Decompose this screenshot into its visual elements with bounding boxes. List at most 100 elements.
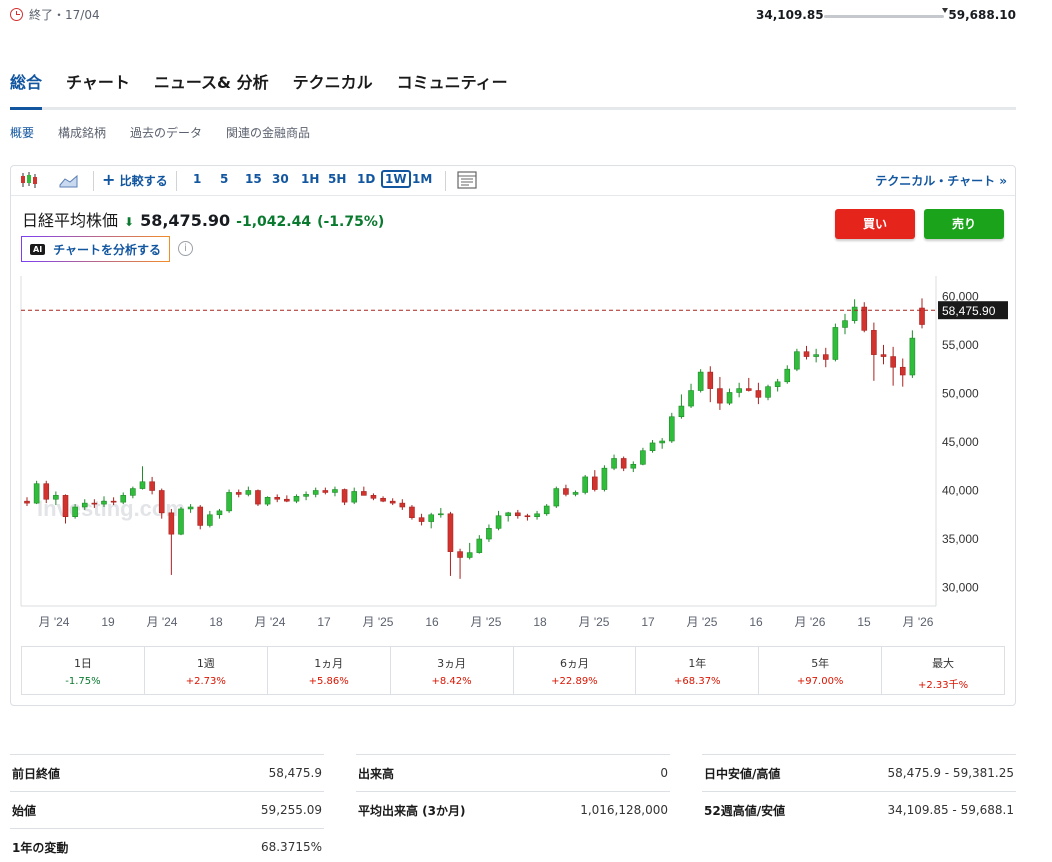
candle-body	[659, 440, 665, 444]
candle-body	[120, 495, 127, 503]
candle-body	[428, 514, 434, 522]
candle-body	[880, 354, 887, 357]
stat-row-avg-volume: 平均出来高 (3か月) 1,016,128,000	[356, 791, 670, 828]
interval-1d[interactable]: 1D	[357, 172, 375, 186]
perf-max[interactable]: 最大 +2.33千%	[882, 647, 1004, 694]
analyze-chart-button[interactable]: AI チャートを分析する	[21, 236, 171, 262]
candle-body	[553, 488, 560, 507]
candle-body	[72, 506, 78, 518]
stat-value: 68.3715%	[260, 840, 322, 854]
perf-period-label: 1日	[73, 657, 92, 670]
interval-1w[interactable]: 1W	[381, 170, 411, 188]
x-tick-label: 月 '25	[471, 615, 502, 629]
buy-button[interactable]: 買い	[835, 209, 915, 239]
perf-period-label: 1ヵ月	[314, 657, 344, 670]
stat-value: 58,475.9	[268, 766, 322, 780]
candle-body	[668, 416, 675, 442]
toolbar-divider	[176, 171, 177, 191]
x-tick-label: 18	[209, 615, 223, 629]
tab-technical[interactable]: テクニカル	[293, 72, 373, 110]
perf-6m[interactable]: 6ヵ月 +22.89%	[514, 647, 637, 694]
plus-icon: +	[102, 170, 116, 189]
candle-body	[207, 514, 213, 526]
candle-body	[572, 492, 579, 495]
interval-1[interactable]: 1	[193, 172, 201, 186]
perf-value: +68.37%	[674, 676, 721, 687]
price-chart[interactable]: Investing.com60,00055,00050,00045,00040,…	[12, 276, 1014, 636]
candle-body	[43, 483, 50, 500]
candle-body	[284, 498, 290, 502]
subtab-related-instruments[interactable]: 関連の金融商品	[226, 124, 310, 141]
interval-1h[interactable]: 1H	[301, 172, 319, 186]
perf-1y[interactable]: 1年 +68.37%	[636, 647, 760, 694]
candlestick-icon[interactable]	[19, 171, 39, 192]
interval-5h[interactable]: 5H	[328, 172, 346, 186]
stat-row-volume: 出来高 0	[356, 754, 670, 791]
info-icon[interactable]: i	[178, 241, 193, 256]
x-tick-label: 15	[857, 615, 871, 629]
candle-body	[890, 356, 896, 368]
subtab-components[interactable]: 構成銘柄	[58, 124, 106, 141]
candle-body	[678, 405, 685, 418]
candle-body	[909, 337, 916, 376]
compare-button[interactable]: + 比較する	[102, 172, 168, 189]
stats-column-1: 前日終値 58,475.9 始値 59,255.09 1年の変動 68.3715…	[10, 754, 324, 862]
perf-3m[interactable]: 3ヵ月 +8.42%	[391, 647, 514, 694]
area-chart-icon[interactable]	[59, 173, 79, 192]
subtab-summary[interactable]: 概要	[10, 124, 34, 141]
candle-body	[726, 392, 733, 404]
candle-body	[649, 442, 656, 452]
sell-button[interactable]: 売り	[924, 209, 1004, 239]
x-tick-label: 16	[749, 615, 763, 629]
instrument-name: 日経平均株価	[22, 211, 119, 230]
current-price-label: 58,475.90	[942, 304, 996, 318]
market-status-label: 終了・17/04	[29, 8, 100, 22]
tab-chart[interactable]: チャート	[66, 72, 130, 110]
candle-body	[370, 495, 377, 499]
perf-1m[interactable]: 1ヵ月 +5.86%	[268, 647, 391, 694]
stat-row-prev-close: 前日終値 58,475.9	[10, 754, 324, 791]
y-tick-label: 45,000	[942, 435, 979, 449]
indicators-icon[interactable]	[457, 171, 477, 192]
candle-body	[409, 506, 415, 518]
stat-label: 前日終値	[12, 766, 61, 781]
candle-body	[601, 467, 608, 490]
candle-body	[380, 497, 386, 502]
interval-5[interactable]: 5	[220, 172, 228, 186]
subtab-historical-data[interactable]: 過去のデータ	[130, 124, 202, 141]
perf-1d[interactable]: 1日 -1.75%	[22, 647, 145, 694]
x-tick-label: 月 '24	[39, 615, 70, 629]
perf-5y[interactable]: 5年 +97.00%	[759, 647, 883, 694]
perf-value: +8.42%	[431, 676, 472, 687]
candle-body	[274, 496, 281, 500]
stat-label: 平均出来高 (3か月)	[358, 803, 466, 818]
candle-body	[832, 327, 839, 360]
candle-body	[774, 381, 781, 387]
tab-news-analysis[interactable]: ニュース& 分析	[154, 72, 269, 110]
candle-body	[495, 515, 502, 529]
candle-body	[264, 496, 271, 505]
interval-30[interactable]: 30	[272, 172, 289, 186]
52-week-high: 59,688.10	[948, 8, 1016, 22]
candle-body	[235, 492, 242, 495]
candle-body	[62, 495, 69, 518]
perf-1w[interactable]: 1週 +2.73%	[145, 647, 268, 694]
candle-body	[33, 483, 40, 504]
candle-body	[130, 488, 136, 496]
technical-chart-link[interactable]: テクニカル・チャート »	[875, 172, 1007, 189]
candle-body	[466, 552, 473, 558]
interval-15[interactable]: 15	[245, 172, 262, 186]
tab-overview[interactable]: 総合	[10, 72, 43, 110]
chart-toolbar: + 比較する 1 5 15 30 1H 5H 1D 1W 1M テクニカル・チャ…	[11, 166, 1015, 196]
candle-body	[842, 320, 848, 328]
x-tick-label: 17	[317, 615, 331, 629]
y-tick-label: 40,000	[942, 484, 979, 498]
candle-body	[851, 306, 858, 321]
candle-body	[524, 515, 531, 518]
x-tick-label: 月 '26	[795, 615, 826, 629]
tab-community[interactable]: コミュニティー	[397, 72, 508, 110]
candle-body	[591, 476, 598, 490]
candle-body	[101, 500, 107, 505]
stat-value: 0	[660, 766, 668, 780]
interval-1m[interactable]: 1M	[412, 172, 432, 186]
